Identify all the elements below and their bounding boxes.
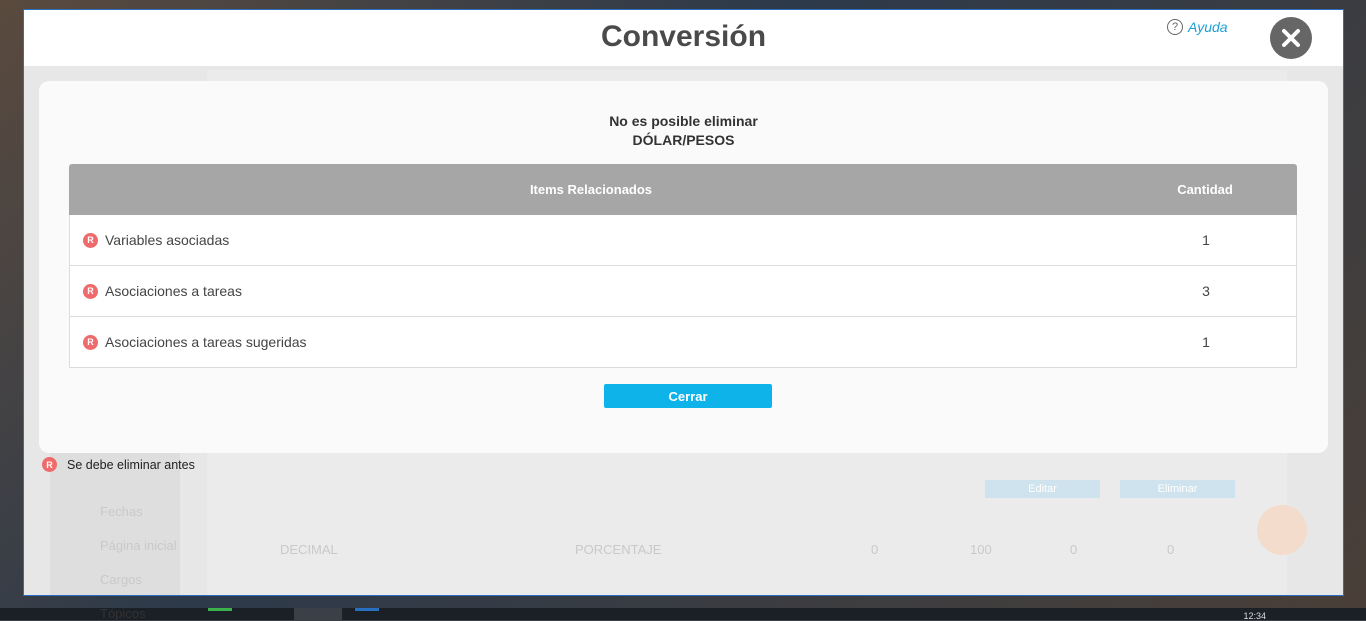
row-item: R Variables asociadas	[83, 232, 229, 248]
faded-cell: DECIMAL	[280, 542, 338, 557]
faded-menu-item: Cargos	[100, 572, 142, 587]
faded-cell: 0	[1070, 542, 1078, 557]
required-badge-icon: R	[83, 232, 98, 248]
required-badge-icon: R	[83, 334, 98, 350]
faded-menu-item: Página inicial	[100, 538, 177, 553]
table-row: R Asociaciones a tareas 3	[69, 266, 1297, 317]
table-row: R Asociaciones a tareas sugeridas 1	[69, 317, 1297, 368]
row-item-label: Asociaciones a tareas	[105, 283, 242, 299]
close-icon	[1282, 29, 1300, 47]
taskbar-app-blue[interactable]	[355, 608, 379, 611]
row-quantity: 1	[1202, 334, 1210, 350]
dialog-message: No es posible eliminar DÓLAR/PESOS	[39, 112, 1328, 150]
table-header: Items Relacionados Cantidad	[69, 164, 1297, 215]
row-item-label: Asociaciones a tareas sugeridas	[105, 334, 307, 350]
help-link[interactable]: ? Ayuda	[1167, 19, 1228, 35]
help-icon: ?	[1167, 19, 1183, 35]
faded-add-fab	[1257, 505, 1307, 555]
help-label: Ayuda	[1188, 19, 1228, 35]
pending-legend: R Se debe eliminar antes	[42, 457, 195, 472]
dialog-message-line1: No es posible eliminar	[609, 113, 758, 129]
table-row: R Variables asociadas 1	[69, 215, 1297, 266]
column-header-quantity: Cantidad	[1177, 182, 1233, 197]
modal-title: Conversión	[600, 20, 767, 53]
row-item-label: Variables asociadas	[105, 232, 230, 248]
required-badge-icon: R	[42, 457, 57, 472]
close-button[interactable]: Cerrar	[604, 384, 772, 408]
row-item: R Asociaciones a tareas	[83, 283, 242, 299]
faded-cell: 0	[871, 542, 879, 557]
faded-cell: 0	[1167, 542, 1175, 557]
faded-cell: PORCENTAJE	[575, 542, 662, 557]
modal-header: Conversión ? Ayuda	[24, 10, 1343, 66]
row-quantity: 3	[1202, 283, 1210, 299]
dialog-message-line2: DÓLAR/PESOS	[632, 132, 735, 148]
faded-edit-button: Editar	[985, 480, 1100, 498]
faded-cell: 100	[970, 542, 992, 557]
pending-legend-text: Se debe eliminar antes	[67, 457, 195, 472]
row-item: R Asociaciones a tareas sugeridas	[83, 334, 307, 350]
column-header-items: Items Relacionados	[529, 182, 653, 197]
row-quantity: 1	[1202, 232, 1210, 248]
close-modal-button[interactable]	[1270, 17, 1312, 59]
faded-menu-item: Fechas	[100, 504, 143, 519]
taskbar-app-active[interactable]	[294, 608, 342, 620]
related-items-table: Items Relacionados Cantidad R Variables …	[69, 164, 1297, 368]
faded-menu-item: Tópicos	[100, 606, 146, 621]
taskbar: 12:34	[0, 608, 1366, 621]
taskbar-app-green[interactable]	[208, 608, 232, 611]
faded-delete-button: Eliminar	[1120, 480, 1235, 498]
cannot-delete-dialog: No es posible eliminar DÓLAR/PESOS Items…	[39, 81, 1328, 453]
required-badge-icon: R	[83, 283, 98, 299]
